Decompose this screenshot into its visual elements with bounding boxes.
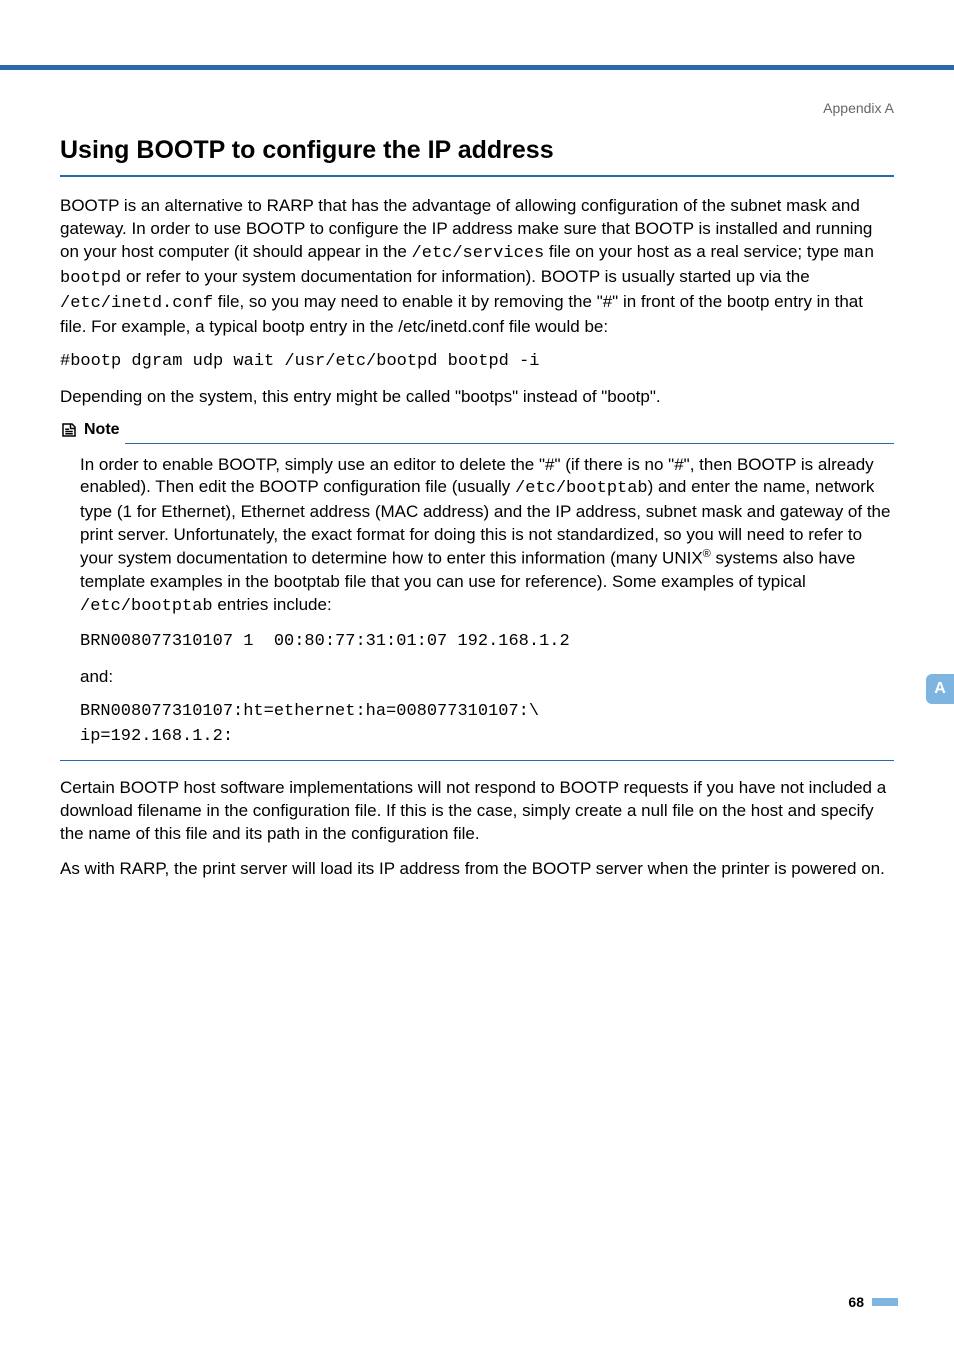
heading-rule [60,175,894,177]
page-footer: 68 [848,1294,898,1310]
code-etc-services: /etc/services [412,244,545,263]
paragraph-1: BOOTP is an alternative to RARP that has… [60,195,894,339]
note-label: Note [84,421,120,439]
page-content: Appendix A Using BOOTP to configure the … [0,70,954,881]
note-header: Note [60,421,894,439]
paragraph-4: As with RARP, the print server will load… [60,858,894,881]
note-code-3: ip=192.168.1.2: [80,726,894,749]
top-bar [0,0,954,70]
np1-d: entries include: [213,595,332,614]
breadcrumb: Appendix A [60,100,894,116]
note-bottom-rule [60,760,894,761]
note-code-1: BRN008077310107 1 00:80:77:31:01:07 192.… [80,631,894,654]
note-code-2: BRN008077310107:ht=ethernet:ha=008077310… [80,701,894,724]
section-heading: Using BOOTP to configure the IP address [60,136,894,165]
note-body: In order to enable BOOTP, simply use an … [60,454,894,749]
paragraph-3: Certain BOOTP host software implementati… [60,777,894,846]
registered-symbol: ® [703,548,711,560]
side-tab[interactable]: A [926,674,954,704]
p1-text-c: or refer to your system documentation fo… [121,267,809,286]
note-and: and: [80,666,894,689]
paragraph-2: Depending on the system, this entry migh… [60,386,894,409]
code-block-1: #bootp dgram udp wait /usr/etc/bootpd bo… [60,351,894,374]
note-icon [60,421,78,439]
code-inetd-conf: /etc/inetd.conf [60,294,213,313]
note-block: Note In order to enable BOOTP, simply us… [60,421,894,762]
footer-bar [872,1298,898,1306]
code-bootptab-2: /etc/bootptab [80,597,213,616]
p1-text-b: file on your host as a real service; typ… [544,242,844,261]
page-number: 68 [848,1294,864,1310]
code-bootptab-1: /etc/bootptab [515,479,648,498]
note-top-rule [125,443,894,444]
note-paragraph-1: In order to enable BOOTP, simply use an … [80,454,894,619]
